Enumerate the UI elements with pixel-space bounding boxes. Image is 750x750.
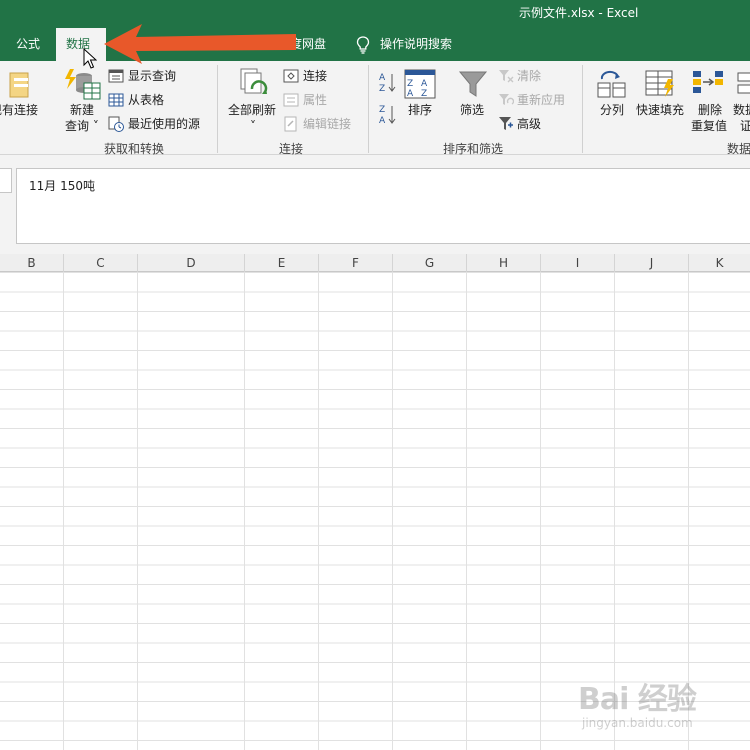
edit-links-icon (284, 116, 297, 132)
remove-duplicates-icon (693, 71, 723, 93)
existing-connections-button[interactable]: 现有连接 (0, 103, 38, 117)
lightbulb-icon (356, 35, 370, 54)
refresh-all-button[interactable]: 全部刷新 (228, 103, 276, 117)
new-query-label-1[interactable]: 新建 (70, 103, 94, 117)
column-header-i[interactable]: I (541, 254, 615, 272)
tab-data[interactable]: 数据 (56, 28, 106, 61)
group-separator (368, 65, 369, 153)
edit-links-button[interactable]: 编辑链接 (303, 117, 351, 131)
clear-button[interactable]: 清除 (517, 69, 541, 83)
svg-text:A: A (379, 73, 386, 83)
advanced-button[interactable]: 高级 (517, 117, 541, 131)
gridline (137, 272, 138, 750)
column-header-h[interactable]: H (467, 254, 541, 272)
svg-text:A: A (379, 116, 386, 125)
gridline (392, 272, 393, 750)
remove-duplicates-label-2[interactable]: 重复值 (691, 119, 727, 133)
group-separator (217, 65, 218, 153)
svg-text:Z: Z (379, 105, 385, 115)
from-table-icon (108, 93, 124, 107)
gridline (244, 272, 245, 750)
formula-bar-area: 11月 150吨 (0, 155, 750, 254)
gridline (318, 272, 319, 750)
column-header-k[interactable]: K (689, 254, 750, 272)
show-queries-icon (108, 69, 124, 83)
mouse-cursor-icon (83, 48, 97, 69)
text-to-columns-icon (597, 70, 626, 98)
annotation-arrow-icon (104, 24, 296, 64)
column-header-j[interactable]: J (615, 254, 689, 272)
recent-sources-button[interactable]: 最近使用的源 (128, 117, 200, 131)
group-separator (582, 65, 583, 153)
gridline (466, 272, 467, 750)
tell-me-search[interactable]: 操作说明搜索 (350, 28, 458, 61)
filter-button[interactable]: 筛选 (460, 103, 484, 117)
svg-text:Z: Z (421, 89, 427, 99)
sort-ascending-icon: A Z (379, 73, 396, 93)
watermark-url: jingyan.baidu.com (582, 716, 693, 730)
clear-filter-icon (499, 70, 514, 83)
flash-fill-icon (645, 70, 674, 97)
data-validation-label-2[interactable]: 证 (740, 119, 750, 133)
filter-icon (458, 71, 488, 97)
sort-button[interactable]: 排序 (408, 103, 432, 117)
gridline (63, 272, 64, 750)
watermark-brand: Bai 经验 (578, 682, 697, 717)
column-header-c[interactable]: C (64, 254, 138, 272)
refresh-all-caret[interactable]: ˅ (250, 119, 256, 133)
show-queries-button[interactable]: 显示查询 (128, 69, 176, 83)
formula-content: 11月 150吨 (29, 179, 95, 193)
svg-text:Z: Z (407, 79, 413, 89)
formula-input[interactable]: 11月 150吨 (16, 168, 750, 244)
svg-text:Z: Z (379, 84, 385, 93)
flash-fill-button[interactable]: 快速填充 (636, 103, 684, 117)
reapply-icon (499, 94, 514, 105)
connections-button[interactable]: 连接 (303, 69, 327, 83)
column-header-f[interactable]: F (319, 254, 393, 272)
svg-text:A: A (407, 89, 414, 99)
connections-icon (283, 69, 299, 83)
column-header-d[interactable]: D (138, 254, 245, 272)
reapply-button[interactable]: 重新应用 (517, 93, 565, 107)
baidu-jingyan-watermark: Bai 经验 jingyan.baidu.com (578, 668, 743, 738)
tell-me-label: 操作说明搜索 (380, 37, 453, 51)
sort-dialog-icon: Z A A Z (404, 69, 436, 99)
refresh-all-icon (240, 68, 268, 94)
recent-sources-icon (108, 116, 124, 132)
sort-descending-icon: Z A (379, 105, 396, 125)
svg-text:A: A (421, 79, 428, 89)
ribbon: 现有连接 新建 查询 ˅ 显示查询 从表格 最近使用的源 获取和转换 全 (0, 61, 750, 156)
window-title: 示例文件.xlsx - Excel (519, 6, 639, 20)
data-validation-label-1[interactable]: 数据 (733, 103, 750, 117)
column-header-e[interactable]: E (245, 254, 319, 272)
from-table-button[interactable]: 从表格 (128, 93, 164, 107)
data-validation-icon (737, 72, 750, 94)
gridline (540, 272, 541, 750)
column-header-b[interactable]: B (0, 254, 64, 272)
name-box[interactable] (0, 168, 12, 193)
column-header-row: B C D E F G H I J K (0, 254, 750, 272)
remove-duplicates-label-1[interactable]: 删除 (698, 103, 722, 117)
properties-icon (283, 93, 299, 107)
new-query-label-2[interactable]: 查询 ˅ (65, 119, 99, 133)
tab-formulas[interactable]: 公式 (6, 28, 50, 61)
existing-connections-icon (9, 72, 29, 98)
advanced-filter-icon (499, 117, 513, 130)
new-query-icon (65, 69, 101, 100)
text-to-columns-button[interactable]: 分列 (600, 103, 624, 117)
properties-button[interactable]: 属性 (303, 93, 327, 107)
column-header-g[interactable]: G (393, 254, 467, 272)
